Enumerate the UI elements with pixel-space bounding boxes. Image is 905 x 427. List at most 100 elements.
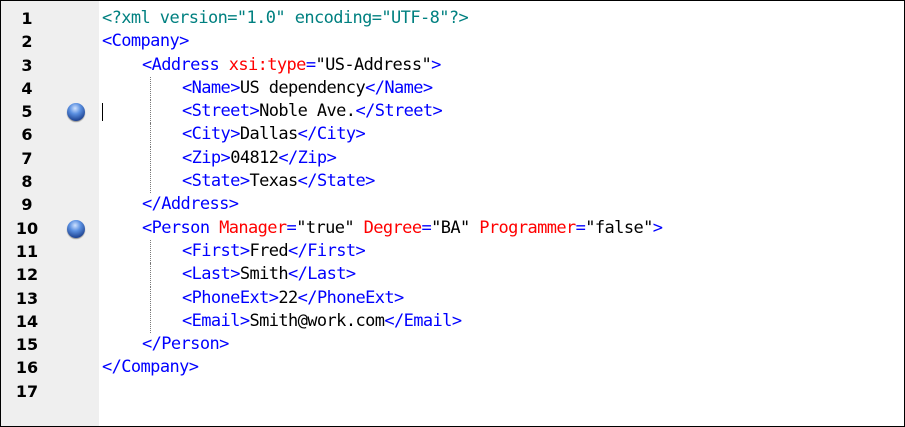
tag-bracket: < [182, 310, 192, 331]
line-number: 9 [21, 195, 33, 215]
code-line[interactable]: 14 <Email>Smith@work.com</Email> [1, 309, 904, 334]
tag-name: PhoneExt [191, 287, 270, 308]
tag-bracket: > [188, 357, 199, 378]
indent-guide [150, 263, 151, 287]
code-line[interactable]: 12 <Last>Smith</Last> [1, 263, 904, 287]
line-number: 5 [21, 102, 33, 122]
attribute-name: xsi:type [228, 54, 307, 75]
code-line[interactable]: 13 <PhoneExt>22</PhoneExt> [1, 286, 904, 310]
line-number: 7 [21, 148, 33, 168]
code-text[interactable]: </Person> [142, 333, 229, 356]
tag-bracket: < [182, 101, 192, 122]
code-text[interactable]: <Company> [102, 30, 189, 53]
code-text[interactable]: <PhoneExt>22</PhoneExt> [182, 287, 404, 310]
element-text: Noble Ave. [259, 101, 356, 122]
indent-guide [150, 123, 151, 147]
attribute-value: "BA" [431, 217, 470, 238]
attribute-name: Degree [363, 217, 422, 238]
attribute-value: "US-Address" [315, 54, 432, 75]
tag-name: Company [121, 357, 189, 378]
tag-name: Name [384, 77, 423, 98]
code-text[interactable]: <First>Fred</First> [182, 240, 366, 263]
tag-name: Email [403, 310, 453, 331]
code-text[interactable]: </Address> [142, 193, 239, 216]
code-line[interactable]: 17 [1, 380, 904, 403]
indent-guide [150, 146, 151, 171]
tag-bracket: > [432, 101, 443, 122]
bookmark-icon[interactable] [67, 219, 85, 238]
code-line[interactable]: 5 <Street>Noble Ave.</Street> [1, 100, 904, 124]
tag-bracket: < [182, 147, 192, 168]
attribute-equals: = [421, 217, 432, 238]
tag-name: City [191, 124, 231, 145]
code-text[interactable]: <Person Manager="true" Degree="BA" Progr… [142, 217, 663, 240]
code-line[interactable]: 1 <?xml version="1.0" encoding="UTF-8"?> [1, 7, 904, 30]
bookmark-icon[interactable] [67, 103, 85, 122]
tag-bracket: < [102, 31, 112, 52]
tag-name: City [316, 124, 356, 145]
tag-bracket: > [365, 171, 375, 192]
xml-code-editor[interactable]: 1 <?xml version="1.0" encoding="UTF-8"?> 2… [0, 0, 905, 427]
code-line[interactable]: 11 <First>Fred</First> [1, 239, 904, 264]
line-number: 10 [15, 218, 39, 238]
tag-name: First [307, 240, 356, 261]
element-text: Dallas [239, 124, 298, 145]
code-text[interactable]: <Address xsi:type="US-Address"> [142, 54, 441, 77]
code-line[interactable]: 2 <Company> [1, 30, 904, 53]
tag-name: Person [151, 217, 210, 238]
element-text: Smith [239, 264, 289, 285]
code-text[interactable]: <?xml version="1.0" encoding="UTF-8"?> [102, 7, 469, 30]
line-number: 4 [21, 78, 33, 98]
code-text[interactable]: <Name>US dependency</Name> [182, 77, 433, 100]
line-number: 17 [15, 381, 39, 401]
tag-bracket: < [142, 217, 152, 238]
code-text[interactable]: <Street>Noble Ave.</Street> [182, 100, 443, 123]
code-line[interactable]: 10 <Person Manager="true" Degree="BA" Pro… [1, 217, 904, 240]
code-text[interactable]: <City>Dallas</City> [182, 123, 366, 146]
tag-name: Last [307, 264, 346, 285]
tag-name: Person [161, 334, 220, 355]
line-number: 6 [21, 125, 33, 145]
line-number: 14 [15, 311, 39, 331]
indent-guide [150, 309, 151, 334]
element-text [209, 218, 219, 238]
tag-bracket: > [652, 217, 663, 238]
tag-bracket: > [431, 54, 441, 75]
code-text[interactable]: <Last>Smith</Last> [182, 263, 356, 286]
code-text[interactable]: <Email>Smith@work.com</Email> [182, 310, 462, 333]
tag-bracket: > [249, 101, 260, 122]
tag-bracket: < [142, 54, 152, 75]
code-line[interactable]: 7 <Zip>04812</Zip> [1, 146, 904, 171]
code-line[interactable]: 9 </Address> [1, 193, 904, 216]
tag-name: Company [111, 31, 180, 52]
tag-bracket: > [394, 287, 404, 308]
tag-bracket: </ [355, 101, 375, 122]
code-text[interactable]: <Zip>04812</Zip> [182, 147, 337, 170]
indent-guide [150, 239, 151, 264]
tag-name: PhoneExt [316, 287, 395, 308]
line-number: 3 [21, 55, 33, 75]
code-text[interactable]: </Company> [102, 356, 199, 379]
tag-name: Street [374, 101, 433, 122]
code-line[interactable]: 16 </Company> [1, 356, 904, 379]
code-line[interactable]: 8 <State>Texas</State> [1, 170, 904, 194]
tag-bracket: </ [142, 334, 162, 355]
tag-bracket: > [326, 147, 337, 168]
attribute-name: Programmer [479, 217, 576, 238]
code-line[interactable]: 3 <Address xsi:type="US-Address"> [1, 54, 904, 77]
code-lines[interactable]: 1 <?xml version="1.0" encoding="UTF-8"?> 2… [1, 7, 904, 403]
code-line[interactable]: 6 <City>Dallas</City> [1, 123, 904, 147]
code-text[interactable]: <State>Texas</State> [182, 170, 375, 193]
code-line[interactable]: 4 <Name>US dependency</Name> [1, 76, 904, 101]
tag-bracket: </ [384, 310, 404, 331]
tag-bracket: </ [365, 77, 385, 98]
tag-bracket: < [182, 77, 192, 98]
tag-bracket: < [182, 287, 192, 308]
tag-name: Street [191, 101, 250, 122]
indent-guide [150, 286, 151, 310]
element-text: Texas [249, 171, 298, 192]
tag-bracket: > [219, 334, 229, 355]
tag-bracket: > [179, 31, 189, 52]
tag-bracket: </ [278, 147, 298, 168]
code-line[interactable]: 15 </Person> [1, 333, 904, 356]
